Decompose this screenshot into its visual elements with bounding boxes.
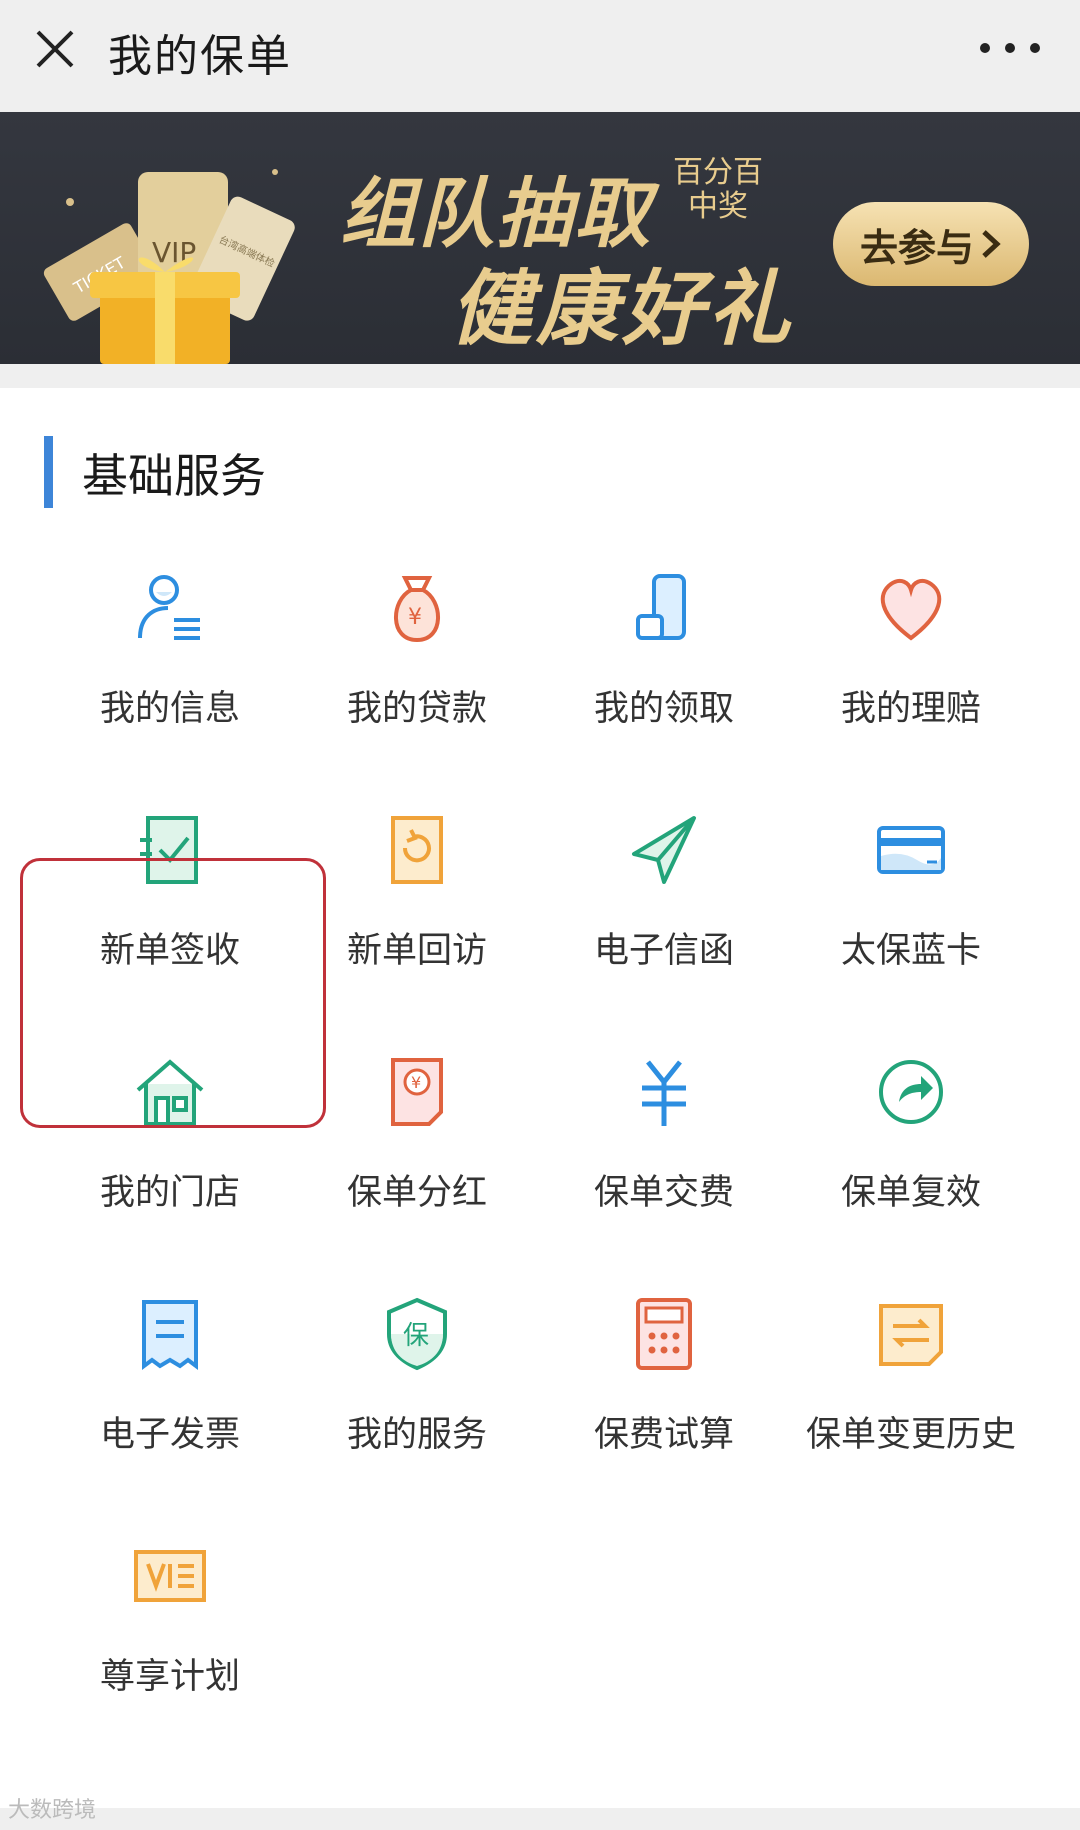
top-bar: 我的保单: [0, 0, 1080, 112]
receipt-icon: [142, 1300, 198, 1370]
service-vip-plan[interactable]: 尊享计划: [50, 1536, 290, 1736]
service-change-history[interactable]: 保单变更历史: [791, 1294, 1031, 1494]
service-label: 保单交费: [593, 1173, 734, 1213]
heart-icon: [880, 578, 942, 641]
svg-text:¥: ¥: [411, 1073, 421, 1092]
page-title: 我的保单: [108, 31, 292, 82]
more-icon[interactable]: [980, 30, 1040, 66]
service-new-revisit[interactable]: 新单回访: [297, 810, 537, 1010]
user-info-icon: [138, 575, 200, 640]
receive-icon: [636, 574, 686, 640]
service-my-claim[interactable]: 我的理赔: [791, 568, 1031, 768]
gift-vip-illustration: TICKET VIP 台湾高端体检: [43, 169, 295, 364]
service-label: 我的信息: [99, 689, 240, 729]
share-arrow-icon: [879, 1060, 943, 1124]
service-my-loan[interactable]: ¥ 我的贷款: [297, 568, 537, 768]
service-label: 电子信函: [593, 931, 734, 971]
service-blue-card[interactable]: 太保蓝卡: [791, 810, 1031, 1010]
service-e-invoice[interactable]: 电子发票: [50, 1294, 290, 1494]
section-accent-bar: [44, 436, 53, 508]
calculator-icon: [636, 1298, 692, 1370]
revisit-icon: [391, 816, 443, 884]
service-label: 我的门店: [99, 1173, 240, 1213]
svg-text:保: 保: [403, 1321, 429, 1351]
service-e-letter[interactable]: 电子信函: [544, 810, 784, 1010]
service-my-receive[interactable]: 我的领取: [544, 568, 784, 768]
service-reinstate[interactable]: 保单复效: [791, 1052, 1031, 1252]
service-label: 我的贷款: [346, 689, 487, 729]
card-icon: [877, 826, 945, 874]
service-premium-calc[interactable]: 保费试算: [544, 1294, 784, 1494]
banner-small-line-1: 百分百: [673, 155, 763, 190]
vip-ticket-icon: [134, 1550, 206, 1602]
service-label: 我的领取: [593, 689, 734, 729]
highlight-frame: [20, 858, 326, 1128]
dividend-doc-icon: ¥: [391, 1058, 443, 1126]
chevron-right-icon: [982, 230, 1001, 258]
watermark: 大数跨境: [8, 1798, 97, 1823]
service-pay[interactable]: 保单交费: [544, 1052, 784, 1252]
vip-text: VIP: [152, 236, 196, 269]
join-button[interactable]: 去参与: [833, 202, 1029, 286]
service-label: 尊享计划: [99, 1657, 240, 1697]
banner-headline-2: 健康好礼: [450, 262, 794, 357]
service-label: 保费试算: [593, 1415, 734, 1455]
banner-small-line-2: 中奖: [688, 189, 748, 224]
banner-small-text: 百分百 中奖: [668, 156, 768, 224]
shield-icon: 保: [387, 1297, 447, 1371]
service-label: 太保蓝卡: [840, 931, 981, 971]
service-label: 我的服务: [346, 1415, 487, 1455]
close-icon[interactable]: [30, 24, 80, 74]
paper-plane-icon: [632, 816, 696, 884]
service-dividend[interactable]: ¥ 保单分红: [297, 1052, 537, 1252]
service-my-info[interactable]: 我的信息: [50, 568, 290, 768]
service-label: 我的理赔: [840, 689, 981, 729]
yuan-icon: [642, 1060, 686, 1126]
service-label: 保单复效: [840, 1173, 981, 1213]
section-title: 基础服务: [82, 449, 266, 503]
svg-text:¥: ¥: [408, 605, 422, 630]
join-button-label: 去参与: [859, 225, 974, 270]
service-label: 保单分红: [346, 1173, 487, 1213]
money-bag-icon: ¥: [394, 576, 440, 643]
service-my-service[interactable]: 保 我的服务: [297, 1294, 537, 1494]
service-label: 保单变更历史: [805, 1415, 1016, 1455]
exchange-doc-icon: [879, 1304, 943, 1366]
promo-banner[interactable]: TICKET VIP 台湾高端体检 组队抽取 百分百 中奖 健康好礼 去参与: [0, 112, 1080, 364]
service-label: 电子发票: [99, 1415, 240, 1455]
